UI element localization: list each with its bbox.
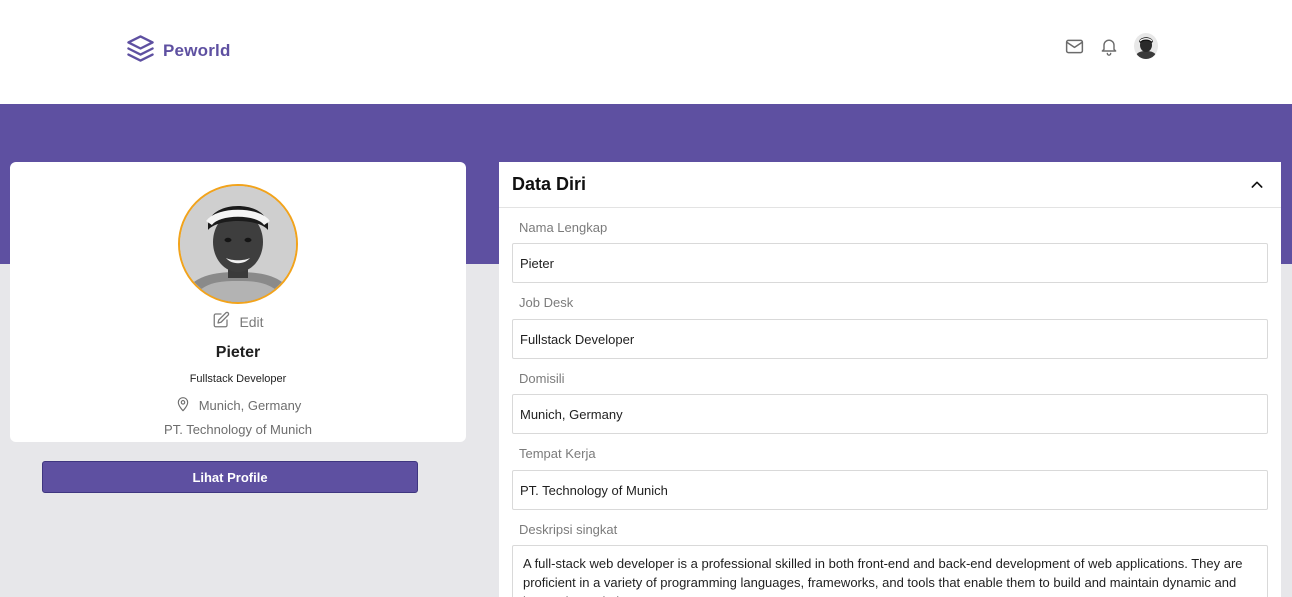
location-text: Munich, Germany: [198, 398, 302, 413]
user-avatar[interactable]: [1134, 33, 1158, 59]
field-label-full-name: Nama Lengkap: [519, 220, 608, 235]
edit-label: Edit: [239, 313, 264, 330]
domicile-field[interactable]: [512, 394, 1268, 434]
chevron-up-icon[interactable]: [1247, 175, 1267, 195]
description-field[interactable]: A full-stack web developer is a professi…: [512, 545, 1268, 597]
pencil-icon: [212, 311, 230, 332]
section-title: Data Diri: [512, 174, 587, 194]
profile-location: Munich, Germany: [10, 395, 466, 416]
profile-name: Pieter: [215, 344, 261, 361]
brand[interactable]: Peworld: [126, 34, 231, 68]
layers-logo-icon: [126, 34, 155, 68]
edit-profile-button[interactable]: Edit: [10, 311, 466, 332]
job-desk-field[interactable]: [512, 319, 1268, 359]
brand-name: Peworld: [163, 41, 231, 60]
navbar: Peworld: [0, 0, 1292, 104]
personal-data-card: Data Diri Nama Lengkap Job Desk Domisili…: [499, 162, 1281, 597]
profile-avatar: [178, 184, 298, 304]
field-label-domicile: Domisili: [519, 371, 565, 386]
profile-card: Edit Pieter Fullstack Developer Munich, …: [10, 162, 466, 442]
mail-icon[interactable]: [1062, 34, 1086, 58]
nav-actions: [1062, 33, 1158, 59]
field-label-job-desk: Job Desk: [519, 295, 574, 310]
view-profile-button[interactable]: Lihat Profile: [42, 461, 418, 493]
full-name-field[interactable]: [512, 243, 1268, 283]
map-pin-icon: [175, 395, 191, 416]
workplace-field[interactable]: [512, 470, 1268, 510]
bell-icon[interactable]: [1097, 34, 1121, 58]
field-label-description: Deskripsi singkat: [519, 522, 618, 537]
personal-data-header[interactable]: Data Diri: [499, 162, 1281, 208]
profile-company: PT. Technology of Munich: [164, 422, 312, 437]
profile-job: Fullstack Developer: [189, 373, 287, 385]
field-label-workplace: Tempat Kerja: [519, 446, 596, 461]
